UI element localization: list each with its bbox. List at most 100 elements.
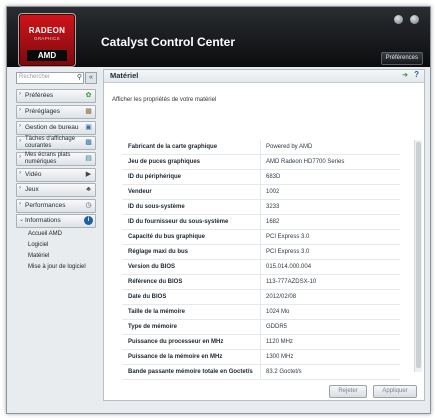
table-row: Vendeur 1002 [122, 185, 400, 200]
sidebar-item-label: Jeux [25, 186, 39, 193]
property-value: 683D [266, 174, 281, 180]
property-value: Powered by AMD [266, 144, 313, 150]
video-icon: ▶ [85, 171, 92, 178]
expand-arrow-icon: › [19, 154, 21, 160]
table-row: Taille de la mémoire 1024 Mo [122, 305, 400, 320]
logo-amd-text: AMD [27, 50, 67, 61]
sidebar-item-informations[interactable]: ⌄ Informations i [16, 214, 96, 228]
collapse-sidebar-button[interactable]: « [85, 72, 97, 84]
property-value: 1682 [266, 219, 280, 225]
reset-button[interactable]: Rejeter [329, 385, 367, 398]
property-label: Réglage maxi du bus [128, 249, 189, 255]
search-input[interactable]: Rechercher ⚲ [16, 72, 84, 84]
info-icon: i [84, 216, 93, 225]
sidebar-item-preferees[interactable]: › Préférées ✿ [16, 89, 96, 103]
property-label: ID du sous-système [128, 204, 185, 210]
sidebar-item-performances[interactable]: › Performances ◷ [16, 199, 96, 213]
property-label: Version du BIOS [128, 264, 176, 270]
property-label: Taille de la mémoire [128, 309, 185, 315]
collapse-arrow-icon: ⌄ [19, 217, 25, 223]
help-icon[interactable]: ? [414, 70, 419, 79]
expand-arrow-icon: › [19, 170, 21, 176]
property-label: Date du BIOS [128, 294, 167, 300]
property-value: GDDR5 [266, 324, 288, 330]
property-value: 83.2 Goctet/s [266, 369, 302, 375]
title-bar: RADEON GRAPHICS AMD Catalyst Control Cen… [7, 7, 430, 67]
property-value: 1002 [266, 189, 280, 195]
property-label: ID du fournisseur du sous-système [128, 219, 229, 225]
table-row: Puissance du processeur en MHz 1120 MHz [122, 335, 400, 350]
property-value: AMD Radeon HD7700 Series [266, 159, 345, 165]
sidebar-item-label: Préférées [25, 92, 54, 99]
pin-icon[interactable]: ➜ [402, 71, 408, 79]
sidebar-item-label: Gestion de bureau [25, 124, 79, 131]
column-divider [260, 215, 261, 229]
scrollbar[interactable] [414, 140, 422, 372]
table-row: Date du BIOS 2012/02/08 [122, 290, 400, 305]
property-value: 1300 MHz [266, 354, 294, 360]
sidebar-item-video[interactable]: › Vidéo ▶ [16, 168, 96, 182]
table-row: Réglage maxi du bus PCI Express 3.0 [122, 245, 400, 260]
sidebar-item-jeux[interactable]: › Jeux ♣ [16, 183, 96, 197]
property-label: Puissance du processeur en MHz [128, 339, 224, 345]
performance-icon: ◷ [85, 202, 92, 209]
close-button[interactable] [410, 15, 419, 24]
property-label: Capacité du bus graphique [128, 234, 206, 240]
sidebar-item-ecrans-plats[interactable]: › Mes écrans plats numériques ▤ [16, 152, 96, 166]
property-label: Vendeur [128, 189, 152, 195]
table-row: Type de mémoire GDDR5 [122, 320, 400, 335]
search-icon[interactable]: ⚲ [77, 73, 82, 81]
subitem-accueil-amd[interactable]: Accueil AMD [28, 231, 62, 237]
sidebar-item-taches-affichage[interactable]: › Tâches d'affichage courantes ▩ [16, 136, 96, 150]
subitem-logiciel[interactable]: Logiciel [28, 242, 48, 248]
radeon-logo: RADEON GRAPHICS AMD [18, 13, 76, 67]
expand-arrow-icon: › [19, 107, 21, 113]
column-divider [260, 140, 261, 154]
page-title: Matériel [110, 71, 139, 80]
sidebar-item-label: Vidéo [25, 171, 42, 178]
subitem-materiel[interactable]: Matériel [28, 253, 49, 259]
content-header: Matériel ➜ ? [104, 70, 424, 83]
minimize-button[interactable] [394, 15, 403, 24]
sidebar-item-gestion-bureau[interactable]: › Gestion de bureau ▣ [16, 121, 96, 135]
preferences-button[interactable]: Préférences [380, 52, 423, 65]
column-divider [260, 305, 261, 319]
property-label: Référence du BIOS [128, 279, 183, 285]
star-icon: ✿ [85, 92, 92, 99]
column-divider [260, 365, 261, 379]
sidebar-item-prereglages[interactable]: › Préréglages ▦ [16, 105, 96, 119]
table-row: Capacité du bus graphique PCI Express 3.0 [122, 230, 400, 245]
subitem-mise-a-jour[interactable]: Mise à jour de logiciel [28, 264, 86, 270]
app-title: Catalyst Control Center [101, 35, 236, 49]
column-divider [260, 185, 261, 199]
column-divider [260, 260, 261, 274]
apply-button[interactable]: Appliquer [373, 385, 417, 398]
property-label: Type de mémoire [128, 324, 177, 330]
property-value: 3233 [266, 204, 280, 210]
sidebar-item-label: Performances [25, 202, 66, 209]
table-row: ID du fournisseur du sous-système 1682 [122, 215, 400, 230]
column-divider [260, 155, 261, 169]
property-value: 113-777AZDSX-10 [266, 279, 317, 285]
sidebar-item-label: Informations [25, 217, 61, 224]
table-row: ID du sous-système 3233 [122, 200, 400, 215]
column-divider [260, 275, 261, 289]
property-value: 1120 MHz [266, 339, 293, 345]
column-divider [260, 350, 261, 364]
column-divider [260, 290, 261, 304]
scrollbar-thumb[interactable] [416, 142, 421, 368]
desktop-icon: ▣ [85, 124, 92, 131]
property-value: 2012/02/08 [266, 294, 297, 300]
property-value: 1024 Mo [266, 309, 290, 315]
column-divider [260, 335, 261, 349]
column-divider [260, 230, 261, 244]
search-placeholder: Rechercher [19, 74, 51, 80]
preset-icon: ▦ [85, 108, 92, 115]
expand-arrow-icon: › [19, 123, 21, 129]
property-label: Jeu de puces graphiques [128, 159, 201, 165]
expand-arrow-icon: › [19, 185, 21, 191]
property-value: PCI Express 3.0 [266, 234, 310, 240]
property-label: Bande passante mémoire totale en Goctet/… [128, 369, 253, 375]
property-label: Puissance de la mémoire en MHz [128, 354, 223, 360]
logo-radeon-text: RADEON [28, 26, 66, 35]
